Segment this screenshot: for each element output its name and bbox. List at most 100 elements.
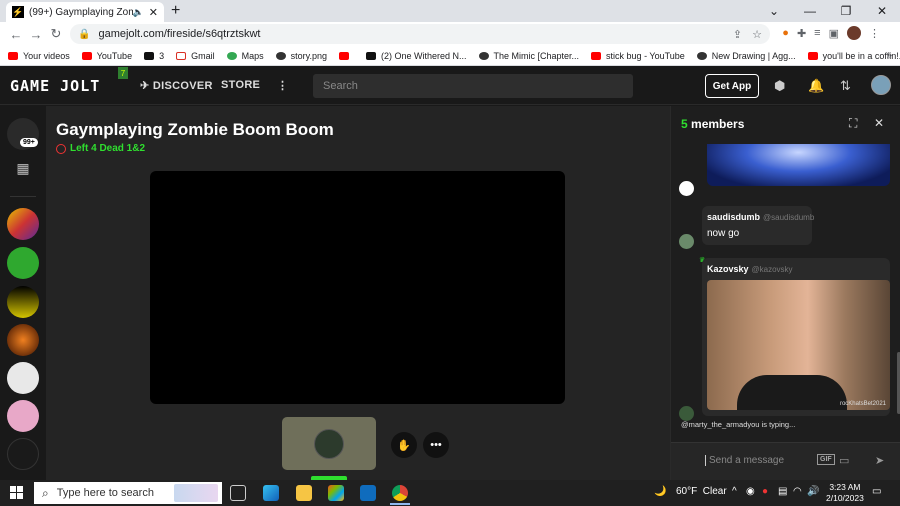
edge-icon[interactable] [263, 485, 279, 501]
quest-icon[interactable]: ⬢ [774, 78, 785, 94]
address-bar[interactable]: 🔒 gamejolt.com/fireside/s6qtrztskwt ⇪ ☆ [70, 24, 770, 44]
windows-start-icon[interactable] [10, 486, 23, 499]
game-jolt-logo[interactable]: GAME JOLT [10, 77, 100, 95]
emoji-icon[interactable]: ▭ [839, 454, 849, 467]
host-card[interactable] [282, 417, 376, 470]
get-app-button[interactable]: Get App [705, 74, 759, 98]
mail-icon[interactable] [360, 485, 376, 501]
notification-center-icon[interactable]: ▭ [872, 486, 881, 497]
profile-avatar[interactable] [847, 26, 861, 40]
bookmark-item[interactable]: story.png [275, 51, 327, 61]
nav-discover[interactable]: ✈ DISCOVER [140, 79, 213, 92]
chat-image[interactable] [707, 144, 890, 186]
chat-panel: 5 members ⛶ ✕ saudisdumb @saudisdumb now … [670, 106, 900, 480]
bookmark-item[interactable]: 3 [144, 51, 164, 61]
chrome-icon[interactable] [392, 485, 408, 501]
notification-badge: 99+ [20, 138, 38, 147]
more-options-button[interactable]: ••• [423, 432, 449, 458]
sticker-button[interactable]: ✋ [391, 432, 417, 458]
url-text[interactable]: gamejolt.com/fireside/s6qtrztskwt [98, 28, 722, 40]
community-avatar[interactable] [7, 400, 39, 432]
image-watermark: rocKhatsBet2021 [839, 401, 886, 407]
community-avatar[interactable] [7, 208, 39, 240]
playlist-icon[interactable]: ≡ [814, 27, 820, 39]
nav-store[interactable]: STORE [221, 79, 260, 91]
lock-icon[interactable]: 🔒 [78, 29, 90, 40]
extension-icon[interactable]: ● [782, 27, 789, 39]
more-bookmarks-icon[interactable]: » [886, 50, 892, 61]
bookmark-item[interactable]: Maps [226, 51, 264, 61]
wifi-icon[interactable]: ◠ [793, 486, 802, 497]
system-clock[interactable]: 3:23 AM 2/10/2023 [826, 482, 864, 504]
user-avatar[interactable] [871, 75, 891, 95]
gmail-icon [176, 51, 187, 60]
tray-chevron-icon[interactable]: ^ [732, 486, 737, 497]
tray-app-icon[interactable]: ◉ [746, 486, 755, 497]
bookmark-item[interactable]: stick bug - YouTube [591, 51, 685, 61]
image-content [737, 375, 847, 410]
bookmark-item[interactable]: YouTube [81, 51, 132, 61]
speaker-icon[interactable]: 🔈 [133, 7, 144, 18]
community-avatar[interactable] [7, 247, 39, 279]
close-window-button[interactable]: ✕ [864, 0, 900, 22]
site-search-input[interactable]: Search [313, 74, 633, 98]
close-icon[interactable]: ✕ [874, 116, 884, 130]
task-view-icon[interactable] [230, 485, 246, 501]
sidepanel-icon[interactable]: ▣ [829, 27, 839, 40]
chat-image[interactable]: rocKhatsBet2021 [707, 280, 890, 410]
forward-button[interactable]: → [26, 27, 46, 42]
chevron-down-icon[interactable]: ⌄ [756, 0, 792, 22]
minimize-button[interactable]: — [792, 0, 828, 22]
volume-icon[interactable]: 🔊 [807, 486, 819, 497]
new-tab-button[interactable]: + [171, 2, 180, 20]
bell-icon[interactable]: 🔔 [808, 78, 824, 94]
bookmark-item[interactable]: The Mimic [Chapter... [478, 51, 579, 61]
gif-button[interactable]: GIF [817, 454, 835, 465]
puzzle-icon[interactable]: ✚ [797, 27, 806, 40]
page-icon [696, 51, 707, 60]
tray-app-icon[interactable]: ● [762, 486, 768, 497]
file-explorer-icon[interactable] [296, 485, 312, 501]
taskbar-search[interactable]: ⌕ Type here to search [34, 482, 222, 504]
bookmark-item[interactable]: Gmail [176, 51, 215, 61]
store-icon[interactable] [328, 485, 344, 501]
maximize-button[interactable]: ❐ [828, 0, 864, 22]
back-button[interactable]: ← [6, 27, 26, 42]
site-header: GAME JOLT 7 ✈ DISCOVER STORE ⋮ Search Ge… [0, 67, 900, 105]
community-avatar[interactable] [7, 438, 39, 470]
browser-tab[interactable]: ⚡ (99+) Gaymplaying Zombie 🔈 ✕ [6, 2, 164, 22]
chat-avatar[interactable] [679, 234, 694, 249]
library-icon[interactable]: ▦ [14, 160, 32, 178]
youtube-icon [591, 51, 602, 60]
weather-icon[interactable]: 🌙 [654, 486, 666, 497]
bookmark-item[interactable]: (2) One Withered N... [365, 51, 467, 61]
community-avatar[interactable] [7, 324, 39, 356]
close-tab-icon[interactable]: ✕ [149, 6, 158, 19]
menu-dots-icon[interactable]: ⋮ [869, 27, 880, 40]
tray-app-icon[interactable]: ▤ [778, 486, 787, 497]
search-icon: ⌕ [42, 485, 49, 500]
page-icon [478, 51, 489, 60]
share-icon[interactable]: ⇪ [733, 28, 742, 41]
weather-widget[interactable]: 60°F Clear [676, 486, 727, 497]
members-list-icon[interactable]: ⛶ [849, 116, 857, 131]
community-avatar[interactable] [7, 362, 39, 394]
extensions-area: ● ✚ ≡ ▣ ⋮ [782, 26, 880, 40]
message-username[interactable]: Kazovsky @kazovsky [707, 264, 885, 274]
message-username[interactable]: saudisdumb @saudisdumb [707, 212, 814, 222]
more-menu-icon[interactable]: ⋮ [277, 79, 288, 92]
chat-avatar[interactable] [679, 181, 694, 196]
bookmark-item[interactable]: New Drawing | Agg... [696, 51, 796, 61]
message-input[interactable]: Send a message [705, 455, 784, 466]
game-icon [56, 143, 66, 154]
send-icon[interactable]: ➤ [875, 454, 884, 467]
community-avatar[interactable] [7, 286, 39, 318]
reload-button[interactable]: ↻ [46, 26, 66, 42]
friends-icon[interactable]: ⇅ [840, 78, 851, 94]
chat-avatar[interactable] [679, 406, 694, 421]
stream-video[interactable] [150, 171, 565, 404]
fireside-game-link[interactable]: Left 4 Dead 1&2 [56, 143, 145, 154]
bookmark-item[interactable] [338, 51, 354, 60]
bookmark-item[interactable]: Your videos [8, 51, 70, 61]
bookmark-star-icon[interactable]: ☆ [752, 28, 762, 41]
